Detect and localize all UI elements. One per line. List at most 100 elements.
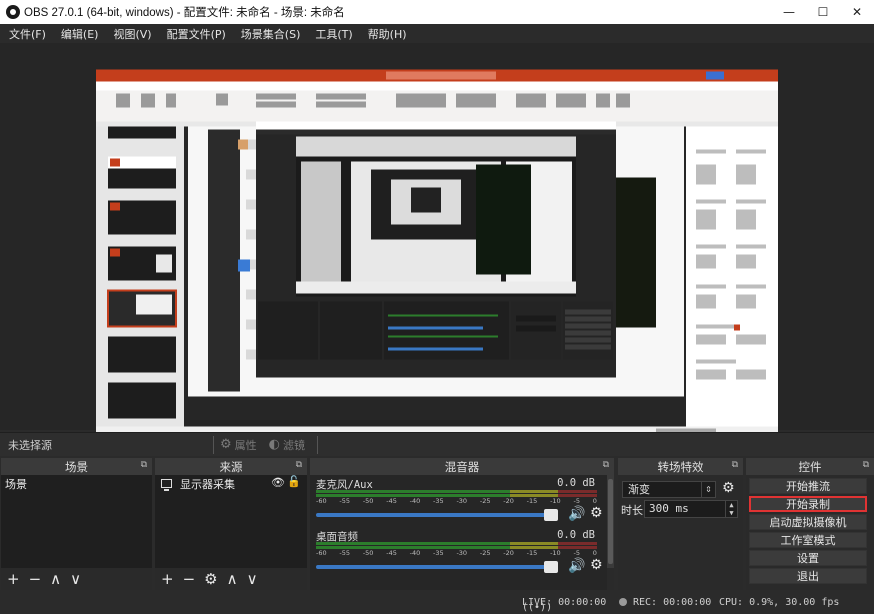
start-virtual-camera-button[interactable]: 启动虚拟摄像机 — [749, 514, 867, 530]
lock-icon[interactable]: 🔓 — [287, 475, 301, 488]
filters-button[interactable]: ◐ 滤镜 — [269, 437, 305, 453]
context-divider — [317, 435, 318, 454]
eye-icon[interactable]: 👁 — [271, 476, 285, 489]
menu-profile[interactable]: 配置文件(P) — [167, 26, 226, 42]
sources-dock: 来源 ⧉ 显示器采集 👁 🔓 + − ⚙ ∧ ∨ — [155, 458, 307, 590]
sources-toolbar: + − ⚙ ∧ ∨ — [155, 568, 307, 590]
window-controls: — ☐ ✕ — [772, 0, 874, 24]
filters-label: 滤镜 — [283, 438, 305, 452]
audio-meter — [316, 490, 597, 493]
properties-label: 属性 — [234, 438, 257, 452]
filter-icon: ◐ — [268, 437, 280, 452]
speaker-icon[interactable]: 🔊 — [568, 558, 585, 574]
rec-status: REC: 00:00:00 — [619, 597, 711, 608]
context-bar: 未选择源 ⚙ 属性 ◐ 滤镜 — [0, 432, 874, 456]
transitions-title: 转场特效 — [657, 459, 704, 474]
move-up-icon[interactable]: ∧ — [50, 570, 61, 588]
move-up-icon[interactable]: ∧ — [227, 570, 238, 588]
scenes-title: 场景 — [65, 459, 88, 474]
controls-title: 控件 — [798, 459, 822, 474]
volume-slider-handle[interactable] — [544, 509, 558, 521]
audio-meter — [316, 542, 597, 545]
meter-ticks: -60 -55 -50 -45 -40 -35 -30 -25 -20 -15 -10 -5 0 — [316, 549, 597, 557]
scene-item[interactable]: 场景 — [1, 475, 152, 492]
obs-logo-icon — [6, 5, 20, 19]
studio-mode-button[interactable]: 工作室模式 — [749, 532, 867, 548]
menu-edit[interactable]: 编辑(E) — [61, 26, 99, 42]
scenes-toolbar: + − ∧ ∨ — [1, 568, 152, 590]
undock-icon[interactable]: ⧉ — [141, 460, 147, 470]
controls-header: 控件 ⧉ — [746, 458, 874, 475]
speaker-icon[interactable]: 🔊 — [568, 506, 585, 522]
menu-tools[interactable]: 工具(T) — [315, 26, 352, 42]
status-bar: ((•)) LIVE: 00:00:00 REC: 00:00:00 CPU: … — [0, 592, 874, 614]
properties-button[interactable]: ⚙ 属性 — [220, 437, 257, 453]
mixer-dock: 混音器 ⧉ 麦克风/Aux 0.0 dB -60 -55 -50 -45 -40 -35-… — [310, 458, 614, 590]
volume-slider[interactable] — [316, 513, 548, 517]
volume-row: 🔊 ⚙ — [316, 557, 603, 574]
mixer-channel-mic: 麦克风/Aux 0.0 dB -60 -55 -50 -45 -40 -35 -30 -25-… — [310, 475, 607, 527]
scenes-header: 场景 ⧉ — [1, 458, 152, 475]
record-dot-icon — [619, 598, 627, 606]
mixer-channel-desktop: 桌面音频 0.0 dB -60 -55 -50 -45 -40 -35 -30 -25 -20-… — [310, 527, 607, 579]
move-down-icon[interactable]: ∨ — [247, 570, 258, 588]
undock-icon[interactable]: ⧉ — [296, 460, 302, 470]
volume-slider-handle[interactable] — [544, 561, 558, 573]
title-bar: OBS 27.0.1 (64-bit, windows) - 配置文件: 未命名… — [0, 0, 874, 24]
menu-help[interactable]: 帮助(H) — [368, 26, 407, 42]
gear-icon[interactable]: ⚙ — [722, 480, 735, 496]
spinner-icon: ⇕ — [701, 482, 715, 497]
maximize-icon[interactable]: ☐ — [806, 0, 840, 24]
spinner-icon[interactable]: ▲ ▼ — [725, 501, 737, 517]
duration-label: 时长 — [621, 504, 643, 517]
remove-icon[interactable]: − — [183, 570, 196, 588]
gear-icon[interactable]: ⚙ — [590, 557, 603, 573]
menu-view[interactable]: 视图(V) — [113, 26, 151, 42]
sources-title: 来源 — [219, 459, 243, 474]
add-icon[interactable]: + — [7, 570, 20, 588]
menu-file[interactable]: 文件(F) — [9, 26, 46, 42]
transitions-dock: 转场特效 ⧉ 渐变 ⇕ ⚙ 时长 300 ms ▲ ▼ — [618, 458, 743, 590]
start-recording-button[interactable]: 开始录制 — [749, 496, 867, 512]
cpu-status: CPU: 0.9%, 30.00 fps — [719, 597, 840, 608]
no-source-label: 未选择源 — [8, 438, 52, 452]
context-divider — [213, 435, 214, 454]
add-icon[interactable]: + — [161, 570, 174, 588]
undock-icon[interactable]: ⧉ — [732, 460, 738, 470]
gear-icon[interactable]: ⚙ — [204, 570, 217, 588]
minimize-icon[interactable]: — — [772, 0, 806, 24]
duration-value: 300 ms — [649, 502, 689, 515]
source-label: 显示器采集 — [180, 477, 235, 491]
exit-button[interactable]: 退出 — [749, 568, 867, 584]
mixer-header: 混音器 ⧉ — [310, 458, 614, 475]
mixer-scrollbar[interactable] — [607, 475, 614, 568]
menu-scene-collection[interactable]: 场景集合(S) — [241, 26, 301, 42]
broadcast-icon: ((•)) — [522, 602, 553, 613]
remove-icon[interactable]: − — [29, 570, 42, 588]
volume-slider[interactable] — [316, 565, 548, 569]
start-streaming-button[interactable]: 开始推流 — [749, 478, 867, 494]
close-icon[interactable]: ✕ — [840, 0, 874, 24]
controls-dock: 控件 ⧉ 开始推流 开始录制 启动虚拟摄像机 工作室模式 设置 退出 — [746, 458, 874, 590]
sources-header: 来源 ⧉ — [155, 458, 307, 475]
menu-bar: 文件(F) 编辑(E) 视图(V) 配置文件(P) 场景集合(S) 工具(T) … — [0, 24, 874, 43]
transition-value: 渐变 — [628, 483, 650, 496]
channel-db: 0.0 dB — [557, 529, 595, 541]
rec-time: REC: 00:00:00 — [633, 597, 712, 608]
sources-list: 显示器采集 👁 🔓 — [155, 475, 307, 568]
preview-screen-capture — [96, 69, 778, 450]
gear-icon[interactable]: ⚙ — [590, 505, 603, 521]
source-item[interactable]: 显示器采集 👁 🔓 — [155, 475, 307, 492]
scenes-list: 场景 — [1, 475, 152, 568]
gear-icon: ⚙ — [220, 437, 232, 452]
settings-button[interactable]: 设置 — [749, 550, 867, 566]
transitions-header: 转场特效 ⧉ — [618, 458, 743, 475]
meter-ticks: -60 -55 -50 -45 -40 -35 -30 -25 -20 -15 -10 -5 0 — [316, 497, 597, 505]
undock-icon[interactable]: ⧉ — [863, 460, 869, 470]
duration-input[interactable]: 300 ms ▲ ▼ — [644, 500, 738, 518]
transition-select[interactable]: 渐变 ⇕ — [622, 481, 716, 498]
preview-area[interactable] — [0, 43, 874, 450]
monitor-icon — [161, 479, 172, 491]
move-down-icon[interactable]: ∨ — [70, 570, 81, 588]
undock-icon[interactable]: ⧉ — [603, 460, 609, 470]
